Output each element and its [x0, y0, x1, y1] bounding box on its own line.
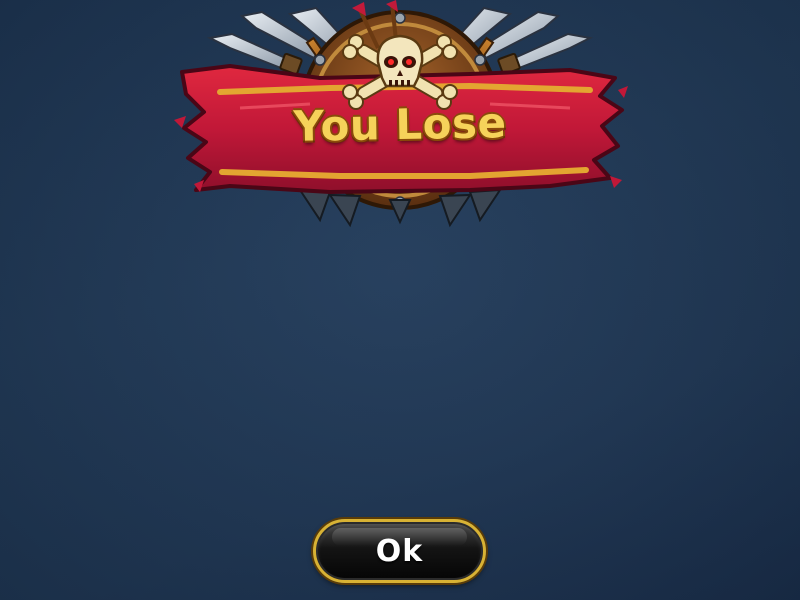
ok-button-label: Ok: [375, 533, 424, 569]
ok-button[interactable]: Ok: [313, 519, 486, 583]
result-title: You Lose: [293, 98, 507, 151]
you-lose-banner: You Lose: [170, 0, 630, 235]
